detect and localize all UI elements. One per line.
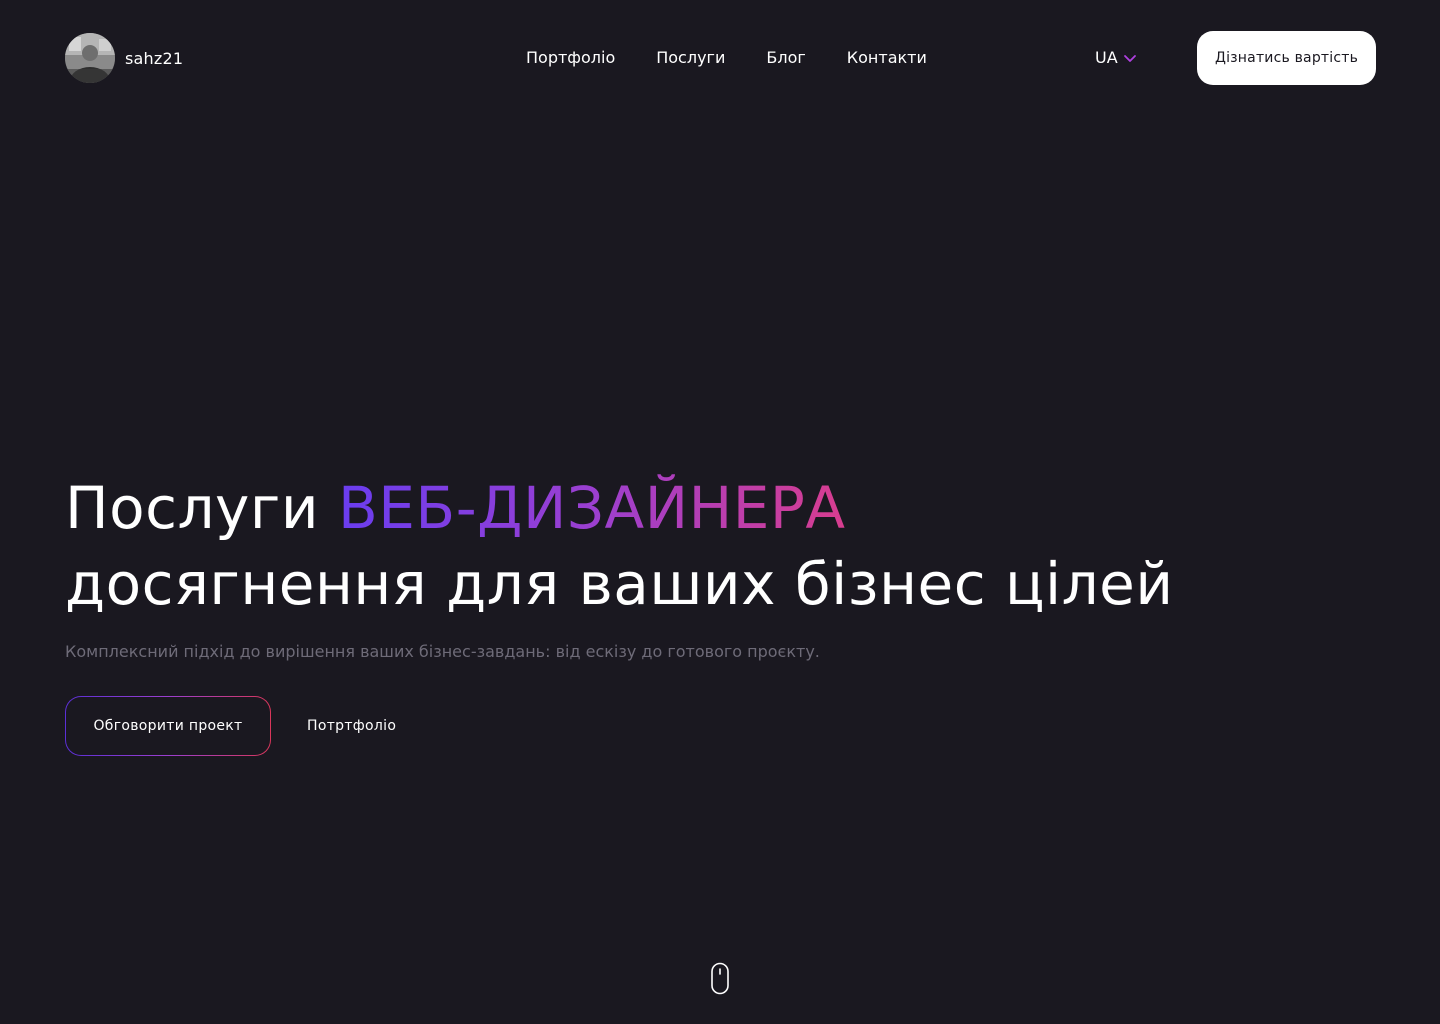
hero-title-prefix: Послуги [65,474,320,542]
main-nav: Портфоліо Послуги Блог Контакти [526,47,927,69]
page: sahz21 Портфоліо Послуги Блог Контакти U… [0,0,1440,1024]
hero-subtitle: Комплексний підхід до вирішення ваших бі… [65,642,820,661]
mouse-scroll-icon[interactable] [710,962,730,996]
nav-item-services[interactable]: Послуги [656,47,725,69]
nav-item-portfolio[interactable]: Портфоліо [526,47,615,69]
hero-title-line2: досягнення для ваших бізнес цілей [65,550,1174,618]
portfolio-button[interactable]: Потртфоліо [307,716,396,736]
nav-item-blog[interactable]: Блог [766,47,805,69]
get-price-button[interactable]: Дізнатись вартість [1197,31,1376,85]
chevron-down-icon [1123,55,1136,62]
logo-text: sahz21 [125,48,184,68]
language-label: UA [1095,48,1118,67]
discuss-project-button[interactable]: Обговорити проект [65,696,271,756]
avatar [65,33,115,83]
hero-title: Послуги ВЕБ-ДИЗАЙНЕРА досягнення для ваш… [65,470,1174,622]
nav-item-contacts[interactable]: Контакти [847,47,927,69]
logo-link[interactable]: sahz21 [65,33,183,83]
language-selector[interactable]: UA [1095,47,1138,69]
hero-title-accent: ВЕБ-ДИЗАЙНЕРА [338,474,846,542]
